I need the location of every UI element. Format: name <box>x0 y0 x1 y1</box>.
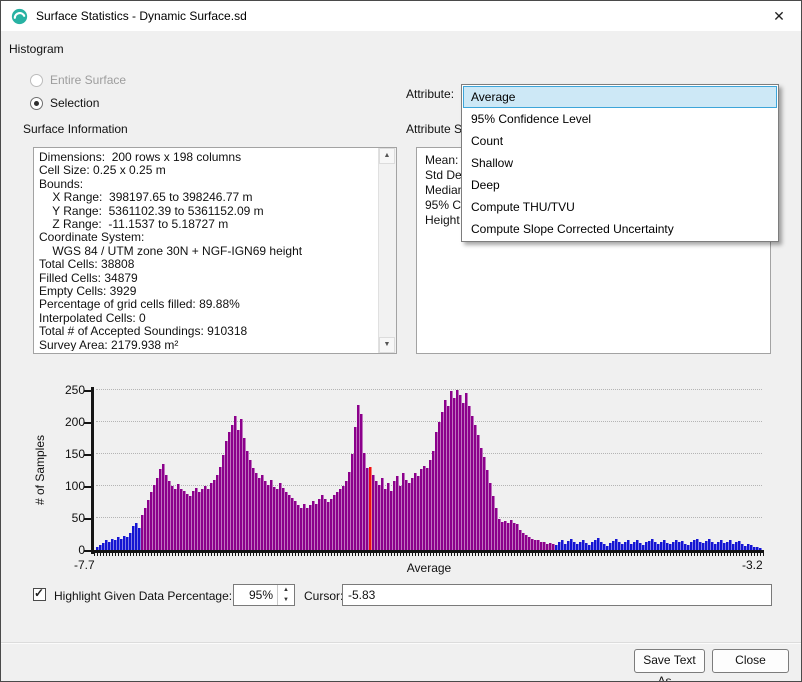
spin-down-icon[interactable]: ▼ <box>278 595 294 605</box>
radio-selection-label: Selection <box>50 96 99 110</box>
percentage-value[interactable]: 95% <box>234 585 277 605</box>
surface-info-line: Empty Cells: 3929 <box>39 285 376 298</box>
surface-info-line: Percentage of grid cells filled: 89.88% <box>39 298 376 311</box>
surface-information-box: Dimensions: 200 rows x 198 columnsCell S… <box>33 147 397 354</box>
highlight-checkbox[interactable]: ✓ <box>33 588 46 601</box>
dropdown-option[interactable]: Deep <box>463 174 777 196</box>
surface-info-line: Y Range: 5361102.39 to 5361152.09 m <box>39 205 376 218</box>
surface-info-line: Z Range: -11.1537 to 5.18727 m <box>39 218 376 231</box>
surface-info-line: Coordinate System: <box>39 231 376 244</box>
attribute-label: Attribute: <box>406 87 454 101</box>
surface-info-line: Survey Area: 2179.938 m² <box>39 339 376 351</box>
percentage-spinner[interactable]: 95% ▲ ▼ <box>233 584 295 606</box>
histogram-bars <box>96 390 762 550</box>
surface-info-line: Dimensions: 200 rows x 198 columns <box>39 151 376 164</box>
close-button[interactable]: Close <box>712 649 789 673</box>
x-axis-minor-ticks <box>94 553 764 556</box>
scroll-up-icon[interactable]: ▲ <box>379 148 395 164</box>
surface-info-scrollbar[interactable]: ▲ ▼ <box>378 148 396 353</box>
radio-selection[interactable]: Selection <box>30 96 99 110</box>
radio-entire-surface-circle <box>30 74 43 87</box>
spinner-buttons[interactable]: ▲ ▼ <box>277 585 294 605</box>
radio-entire-surface: Entire Surface <box>30 73 126 87</box>
spin-up-icon[interactable]: ▲ <box>278 585 294 595</box>
attribute-dropdown-list[interactable]: Average95% Confidence LevelCountShallowD… <box>461 84 779 242</box>
separator <box>1 642 801 644</box>
histogram-plot-area[interactable] <box>96 390 762 550</box>
highlight-label: Highlight Given Data Percentage: <box>54 589 232 603</box>
surface-info-line: Bounds: <box>39 178 376 191</box>
surface-info-text: Dimensions: 200 rows x 198 columnsCell S… <box>39 151 376 351</box>
radio-selection-circle[interactable] <box>30 97 43 110</box>
cursor-label: Cursor: <box>304 589 343 603</box>
y-tick-label: 100 <box>51 479 85 493</box>
check-icon: ✓ <box>34 586 44 600</box>
surface-info-line: WGS 84 / UTM zone 30N + NGF-IGN69 height <box>39 245 376 258</box>
surface-statistics-dialog: Surface Statistics - Dynamic Surface.sd … <box>0 0 802 682</box>
y-axis-labels: 050100150200250 <box>53 388 87 550</box>
dropdown-option[interactable]: Average <box>463 86 777 108</box>
x-axis-title: Average <box>96 561 762 575</box>
surface-info-line: Interpolated Cells: 0 <box>39 312 376 325</box>
surface-info-line: Cell Size: 0.25 x 0.25 m <box>39 164 376 177</box>
y-axis-line <box>91 387 94 554</box>
surface-info-line: Filled Cells: 34879 <box>39 272 376 285</box>
dropdown-option[interactable]: Count <box>463 130 777 152</box>
x-min-label: -7.7 <box>74 558 95 572</box>
title-bar: Surface Statistics - Dynamic Surface.sd … <box>1 1 801 31</box>
surface-info-line: X Range: 398197.65 to 398246.77 m <box>39 191 376 204</box>
surface-information-label: Surface Information <box>23 122 128 136</box>
surface-info-line: Total Cells: 38808 <box>39 258 376 271</box>
histogram-section-label: Histogram <box>9 42 64 56</box>
dropdown-option[interactable]: Shallow <box>463 152 777 174</box>
y-tick-label: 0 <box>51 543 85 557</box>
surface-info-line: Total # of Accepted Soundings: 910318 <box>39 325 376 338</box>
save-text-as-button[interactable]: Save Text As... <box>634 649 705 673</box>
y-tick-label: 250 <box>51 383 85 397</box>
window-title: Surface Statistics - Dynamic Surface.sd <box>36 9 247 23</box>
radio-entire-surface-label: Entire Surface <box>50 73 126 87</box>
y-tick-label: 150 <box>51 447 85 461</box>
y-axis-title: # of Samples <box>31 389 49 550</box>
y-tick-label: 200 <box>51 415 85 429</box>
scroll-down-icon[interactable]: ▼ <box>379 337 395 353</box>
dropdown-option[interactable]: 95% Confidence Level <box>463 108 777 130</box>
app-icon <box>11 8 28 25</box>
x-max-label: -3.2 <box>742 558 763 572</box>
dropdown-option[interactable]: Compute Slope Corrected Uncertainty <box>463 218 777 240</box>
cursor-field[interactable]: -5.83 <box>342 584 772 606</box>
close-icon[interactable]: ✕ <box>770 7 788 25</box>
y-tick-label: 50 <box>51 511 85 525</box>
dropdown-option[interactable]: Compute THU/TVU <box>463 196 777 218</box>
